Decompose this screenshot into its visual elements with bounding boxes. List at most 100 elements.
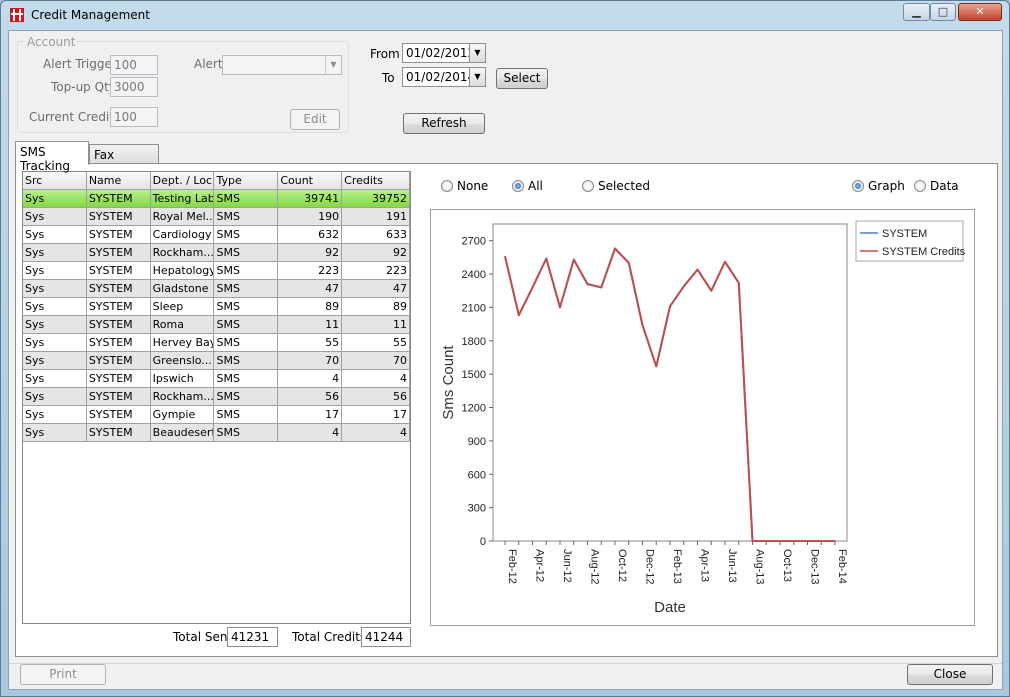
chevron-down-icon[interactable]: ▼ (469, 68, 485, 86)
cell-credits: 191 (342, 208, 410, 226)
edit-button[interactable]: Edit (290, 109, 340, 130)
cell-type: SMS (214, 226, 279, 244)
select-button[interactable]: Select (496, 68, 548, 89)
cell-type: SMS (214, 298, 279, 316)
table-row[interactable]: Sys SYSTEM Beaudesert SMS 4 4 (23, 424, 410, 442)
cell-credits: 11 (342, 316, 410, 334)
window-title: Credit Management (31, 8, 150, 22)
minimize-button[interactable]: ▁ (903, 3, 930, 21)
cell-src: Sys (23, 280, 87, 298)
chevron-down-icon[interactable]: ▼ (469, 44, 485, 62)
close-window-button[interactable]: ✕ (958, 3, 1002, 21)
current-credits-label: Current Credits (29, 110, 121, 124)
radio-selected[interactable] (582, 180, 594, 192)
maximize-button[interactable]: □ (930, 3, 956, 21)
cell-type: SMS (214, 244, 279, 262)
total-sent-label: Total Sent (173, 630, 233, 644)
table-row[interactable]: Sys SYSTEM Royal Mel... SMS 190 191 (23, 208, 410, 226)
cell-credits: 70 (342, 352, 410, 370)
column-header-dept[interactable]: Dept. / Loc (150, 172, 215, 190)
table-row[interactable]: Sys SYSTEM Hepatology SMS 223 223 (23, 262, 410, 280)
total-credits-field[interactable]: 41244 (361, 627, 411, 647)
title-bar: Credit Management ▁ □ ✕ (1, 1, 1009, 29)
account-group: Account Alert Trigger 100 Top-up Qty 300… (17, 35, 349, 133)
radio-data[interactable] (914, 180, 926, 192)
total-sent-field[interactable]: 41231 (227, 627, 278, 647)
table-row[interactable]: Sys SYSTEM Hervey Bay SMS 55 55 (23, 334, 410, 352)
alert-combo[interactable]: ▼ (222, 55, 342, 75)
column-header-src[interactable]: Src (23, 172, 87, 190)
table-row[interactable]: Sys SYSTEM Roma SMS 11 11 (23, 316, 410, 334)
tab-fax-tracking[interactable]: Fax Tracking (89, 144, 159, 176)
table-row[interactable]: Sys SYSTEM Sleep SMS 89 89 (23, 298, 410, 316)
alert-trigger-field[interactable]: 100 (110, 55, 158, 75)
cell-credits: 47 (342, 280, 410, 298)
cell-name: SYSTEM (86, 370, 151, 388)
x-tick-label: Feb-12 (506, 549, 518, 584)
cell-dept: Cardiology (150, 226, 215, 244)
y-tick-label: 1800 (462, 336, 486, 348)
x-axis-label: Date (654, 599, 686, 616)
cell-src: Sys (23, 424, 87, 442)
radio-graph[interactable] (852, 180, 864, 192)
cell-count: 92 (278, 244, 343, 262)
tab-sms-tracking[interactable]: SMS Tracking (15, 141, 89, 173)
radio-none[interactable] (441, 180, 453, 192)
column-header-credits[interactable]: Credits (342, 172, 410, 190)
to-label: To (382, 71, 395, 85)
cell-src: Sys (23, 370, 87, 388)
radio-all-label: All (528, 179, 543, 193)
y-tick-label: 1500 (462, 369, 486, 381)
y-tick-label: 2100 (462, 302, 486, 314)
sms-table[interactable]: Src Name Dept. / Loc Type Count Credits … (22, 171, 411, 624)
cell-name: SYSTEM (86, 406, 151, 424)
table-row[interactable]: Sys SYSTEM Gympie SMS 17 17 (23, 406, 410, 424)
refresh-button[interactable]: Refresh (403, 113, 485, 134)
cell-count: 4 (278, 370, 343, 388)
from-date-picker[interactable]: 01/02/2012 ▼ (402, 43, 486, 63)
table-row[interactable]: Sys SYSTEM Greenslo... SMS 70 70 (23, 352, 410, 370)
cell-credits: 55 (342, 334, 410, 352)
cell-count: 17 (278, 406, 343, 424)
cell-type: SMS (214, 334, 279, 352)
cell-type: SMS (214, 190, 279, 208)
app-cross-icon (10, 8, 24, 22)
y-axis-label: Sms Count (440, 345, 457, 420)
x-tick-label: Apr-13 (699, 549, 711, 582)
current-credits-field[interactable]: 100 (110, 107, 158, 127)
table-row[interactable]: Sys SYSTEM Ipswich SMS 4 4 (23, 370, 410, 388)
table-row[interactable]: Sys SYSTEM Cardiology SMS 632 633 (23, 226, 410, 244)
cell-type: SMS (214, 370, 279, 388)
topup-qty-field[interactable]: 3000 (110, 77, 158, 97)
column-header-count[interactable]: Count (278, 172, 343, 190)
from-label: From (370, 47, 400, 61)
cell-credits: 92 (342, 244, 410, 262)
table-row[interactable]: Sys SYSTEM Gladstone SMS 47 47 (23, 280, 410, 298)
cell-type: SMS (214, 388, 279, 406)
print-button[interactable]: Print (20, 664, 106, 685)
table-row[interactable]: Sys SYSTEM Testing Lab SMS 39741 39752 (23, 190, 410, 208)
column-header-name[interactable]: Name (86, 172, 151, 190)
cell-type: SMS (214, 208, 279, 226)
chevron-down-icon[interactable]: ▼ (325, 56, 341, 74)
column-header-type[interactable]: Type (214, 172, 279, 190)
cell-name: SYSTEM (86, 226, 151, 244)
to-date-picker[interactable]: 01/02/2014 ▼ (402, 67, 486, 87)
cell-type: SMS (214, 280, 279, 298)
to-date-value: 01/02/2014 (406, 70, 476, 84)
cell-src: Sys (23, 334, 87, 352)
cell-dept: Sleep (150, 298, 215, 316)
cell-count: 47 (278, 280, 343, 298)
close-button[interactable]: Close (907, 664, 993, 685)
cell-name: SYSTEM (86, 244, 151, 262)
table-row[interactable]: Sys SYSTEM Rockham... SMS 56 56 (23, 388, 410, 406)
table-row[interactable]: Sys SYSTEM Rockham... SMS 92 92 (23, 244, 410, 262)
cell-count: 4 (278, 424, 343, 442)
radio-all[interactable] (512, 180, 524, 192)
cell-credits: 17 (342, 406, 410, 424)
footer-divider (9, 663, 1002, 664)
cell-src: Sys (23, 226, 87, 244)
y-tick-label: 0 (480, 536, 486, 548)
cell-credits: 56 (342, 388, 410, 406)
legend-entry: SYSTEM Credits (882, 246, 966, 258)
